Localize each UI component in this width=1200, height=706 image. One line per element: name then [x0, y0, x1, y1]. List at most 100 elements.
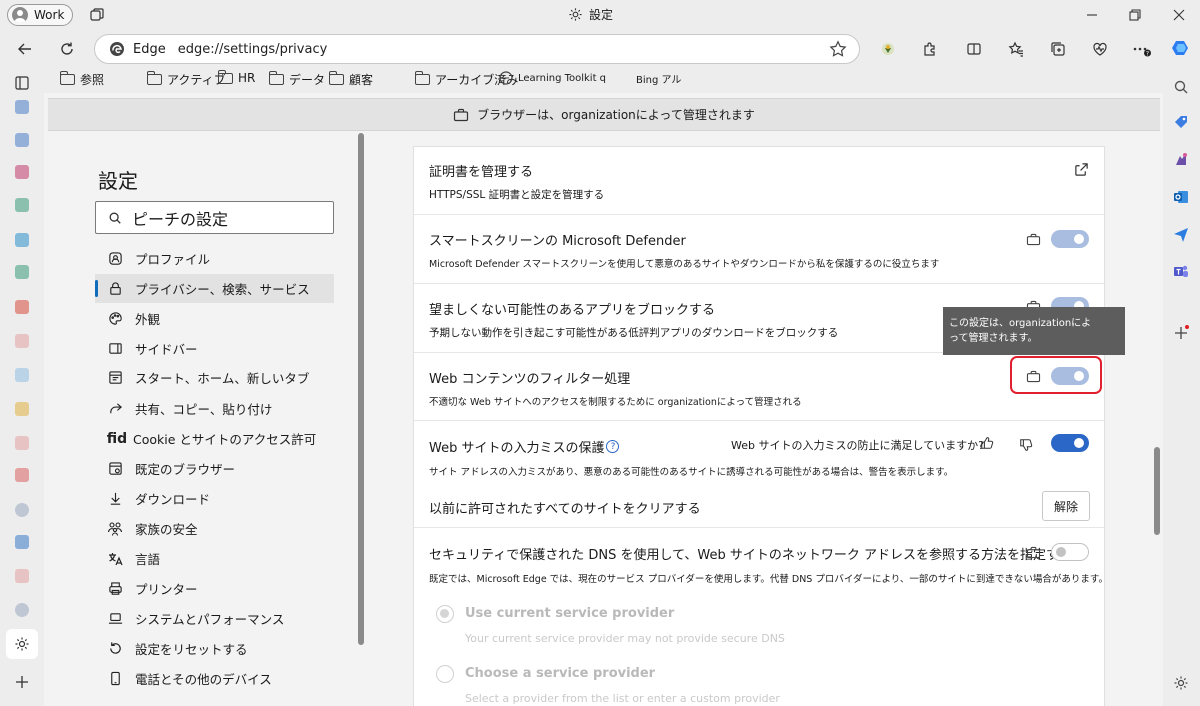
- typosquatting-toggle[interactable]: [1051, 434, 1089, 452]
- refresh-button[interactable]: [56, 38, 78, 60]
- title-bar: Work 設定: [0, 0, 1200, 31]
- address-bar[interactable]: Edge edge://settings/privacy: [94, 34, 860, 64]
- profile-button[interactable]: Work: [7, 4, 73, 26]
- workspaces-icon[interactable]: [88, 6, 106, 24]
- external-link-icon[interactable]: [1074, 162, 1089, 177]
- favorite-link[interactable]: Learning Toolkit q: [499, 71, 606, 85]
- split-screen-icon[interactable]: [963, 38, 985, 60]
- folder-icon: [415, 71, 430, 85]
- collections-icon[interactable]: [1047, 38, 1069, 60]
- nav-item-privacy[interactable]: プライバシー、検索、サービス: [95, 274, 334, 303]
- use-current-provider-radio[interactable]: [436, 605, 454, 623]
- nav-item-label: システムとパフォーマンス: [135, 612, 285, 627]
- settings-search-input[interactable]: ピーチの設定: [95, 201, 334, 234]
- browser-essentials-icon[interactable]: [1089, 38, 1111, 60]
- extensions-puzzle-icon[interactable]: [919, 38, 941, 60]
- tab-icon[interactable]: [15, 468, 29, 482]
- copilot-icon[interactable]: [1169, 36, 1193, 60]
- search-icon: [108, 211, 122, 225]
- nav-item-label: 電話とその他のデバイス: [135, 672, 272, 687]
- nav-item-printers[interactable]: プリンター: [95, 574, 334, 603]
- favorites-icon[interactable]: [1005, 38, 1027, 60]
- settings-tab[interactable]: [6, 629, 38, 659]
- choose-provider-radio[interactable]: [436, 665, 454, 683]
- browser-icon: [107, 461, 123, 477]
- nav-item-family-safety[interactable]: 家族の安全: [95, 514, 334, 543]
- nav-item-label: プライバシー、検索、サービス: [135, 282, 310, 297]
- help-icon[interactable]: ?: [606, 440, 620, 453]
- restore-button[interactable]: [1126, 6, 1144, 24]
- extension-icon[interactable]: [877, 38, 899, 60]
- thumbs-up-icon[interactable]: [980, 436, 994, 450]
- nav-scrollbar[interactable]: [358, 133, 364, 645]
- send-icon[interactable]: [1172, 225, 1190, 243]
- pdf-tab-icon[interactable]: [15, 300, 29, 314]
- nav-item-appearance[interactable]: 外観: [95, 304, 334, 333]
- sidebar-settings-icon[interactable]: [1172, 674, 1190, 692]
- row-description: 既定では、Microsoft Edge では、現在のサービス プロバイダーを使用…: [429, 574, 1108, 585]
- minimize-button[interactable]: [1083, 6, 1101, 24]
- word-tab-icon[interactable]: [15, 100, 29, 114]
- back-button[interactable]: [14, 38, 36, 60]
- chart-tab-icon[interactable]: [15, 402, 29, 416]
- web-content-filtering-row: Web コンテンツのフィルター処理 不適切な Web サイトへのアクセスを制限す…: [414, 353, 1104, 421]
- nav-item-cookies[interactable]: fid Cookie とサイトのアクセス許可: [95, 424, 334, 453]
- search-tab-icon[interactable]: [15, 603, 29, 617]
- nav-item-system-performance[interactable]: システムとパフォーマンス: [95, 604, 334, 633]
- favorite-folder[interactable]: データ: [269, 71, 325, 88]
- nav-item-reset-settings[interactable]: 設定をリセットする: [95, 634, 334, 663]
- smartscreen-toggle[interactable]: [1051, 230, 1089, 248]
- briefcase-icon: [1025, 231, 1041, 247]
- clear-sites-button[interactable]: 解除: [1042, 491, 1090, 521]
- content-scrollbar[interactable]: [1154, 447, 1160, 535]
- games-icon[interactable]: [1172, 150, 1190, 168]
- more-menu-icon[interactable]: ?: [1131, 38, 1153, 60]
- manage-certificates-row[interactable]: 証明書を管理する HTTPS/SSL 証明書と設定を管理する: [414, 147, 1104, 215]
- tab-icon[interactable]: [15, 233, 29, 247]
- tab-icon[interactable]: [15, 265, 29, 279]
- favorite-folder[interactable]: 顧客: [329, 71, 373, 88]
- favorite-folder[interactable]: アクティブ: [147, 71, 226, 88]
- nav-item-downloads[interactable]: ダウンロード: [95, 484, 334, 513]
- add-app-icon[interactable]: [1172, 324, 1190, 342]
- row-description: 不適切な Web サイトへのアクセスを制限するために organizationに…: [429, 397, 802, 408]
- nav-item-label: プリンター: [135, 582, 198, 597]
- tab-icon[interactable]: [15, 368, 29, 382]
- outlook-icon[interactable]: [1172, 188, 1190, 206]
- search-tab-icon[interactable]: [15, 503, 29, 517]
- nav-item-languages[interactable]: 言語: [95, 544, 334, 573]
- tab-icon[interactable]: [15, 334, 29, 348]
- add-favorite-icon[interactable]: [829, 40, 847, 58]
- favorite-label: 顧客: [349, 73, 374, 87]
- word-tab-icon[interactable]: [15, 133, 29, 147]
- search-icon[interactable]: [1172, 78, 1190, 96]
- nav-item-sidebar[interactable]: サイドバー: [95, 334, 334, 363]
- download-icon: [107, 491, 123, 507]
- nav-item-phone-devices[interactable]: 電話とその他のデバイス: [95, 664, 334, 693]
- tab-icon[interactable]: [15, 569, 29, 583]
- feedback-question: Web サイトの入力ミスの防止に満足していますか?: [731, 439, 984, 452]
- thumbs-down-icon[interactable]: [1019, 438, 1033, 452]
- favorite-folder[interactable]: 参照: [60, 71, 104, 88]
- nav-item-profiles[interactable]: プロファイル: [95, 244, 334, 273]
- profile-icon: [107, 251, 123, 267]
- new-tab-icon[interactable]: [14, 674, 30, 690]
- favorite-link[interactable]: Bing アル: [636, 71, 681, 86]
- close-button[interactable]: [1170, 6, 1188, 24]
- url-text[interactable]: edge://settings/privacy: [178, 42, 328, 57]
- favorite-folder[interactable]: HR: [218, 69, 255, 85]
- nav-item-share-copy-paste[interactable]: 共有、コピー、貼り付け: [95, 394, 334, 423]
- tab-actions-icon[interactable]: [14, 75, 30, 91]
- shopping-tag-icon[interactable]: [1172, 113, 1190, 131]
- row-title: セキュリティで保護された DNS を使用して、Web サイトのネットワーク アド…: [429, 548, 1073, 563]
- teams-icon[interactable]: [1172, 262, 1190, 280]
- favorite-label: 参照: [80, 73, 105, 87]
- secure-dns-toggle[interactable]: [1051, 543, 1089, 561]
- row-title: 望ましくない可能性のあるアプリをブロックする: [429, 303, 716, 318]
- tab-icon[interactable]: [15, 165, 29, 179]
- nav-item-default-browser[interactable]: 既定のブラウザー: [95, 454, 334, 483]
- nav-item-start-home[interactable]: スタート、ホーム、新しいタブ: [95, 363, 334, 392]
- bing-tab-icon[interactable]: [15, 535, 29, 549]
- tab-icon[interactable]: [15, 198, 29, 212]
- tab-icon[interactable]: [15, 436, 29, 450]
